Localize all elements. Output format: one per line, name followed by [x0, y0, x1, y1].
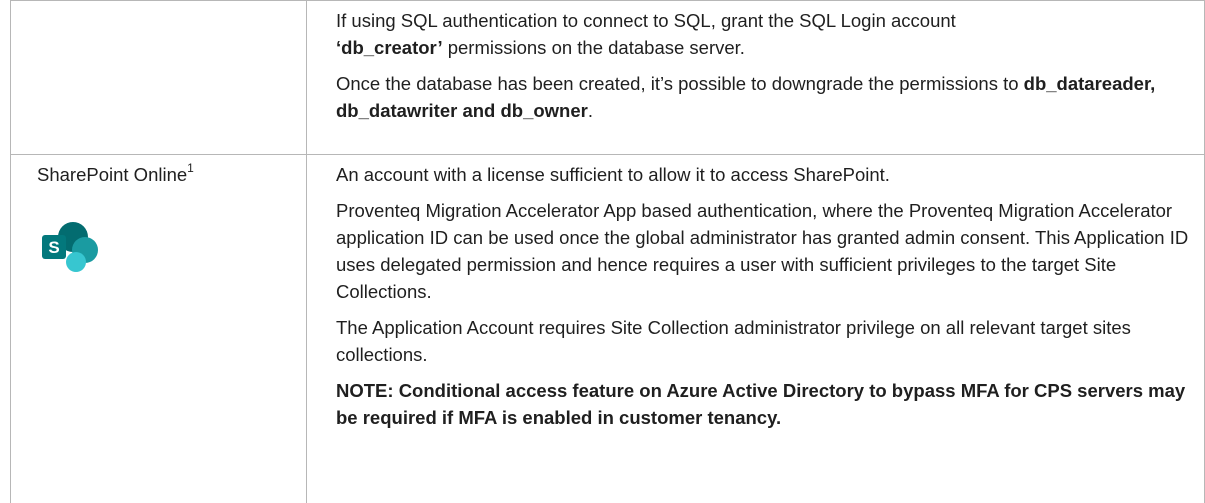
license-paragraph: An account with a license sufficient to … [336, 164, 890, 185]
table-cell-sharepoint-requirements: An account with a license sufficient to … [307, 154, 1205, 503]
footnote-marker: 1 [187, 160, 194, 175]
app-auth-paragraph: Proventeq Migration Accelerator App base… [336, 200, 1189, 302]
downgrade-paragraph: Once the database has been created, it’s… [336, 70, 1190, 124]
sharepoint-online-label: SharePoint Online1 [37, 161, 194, 188]
logo-circle-bottom [66, 252, 86, 272]
table-row-sql: If using SQL authentication to connect t… [10, 0, 1205, 155]
table-cell-sharepoint-label: SharePoint Online1 S [10, 154, 307, 503]
sql-login-tail: permissions on the database server. [442, 37, 745, 58]
permissions-table: If using SQL authentication to connect t… [10, 0, 1205, 503]
note-bold-text: NOTE: Conditional access feature on Azur… [336, 380, 1186, 428]
table-cell-sql-requirements: If using SQL authentication to connect t… [307, 1, 1205, 154]
downgrade-tail: . [587, 100, 593, 121]
logo-letter: S [48, 238, 59, 257]
table-cell-left-empty [10, 1, 307, 154]
site-collection-admin-paragraph: The Application Account requires Site Co… [336, 317, 1131, 365]
sharepoint-logo-icon: S [42, 222, 98, 272]
note-paragraph: NOTE: Conditional access feature on Azur… [336, 377, 1190, 431]
sharepoint-online-text: SharePoint Online [37, 164, 188, 185]
sql-login-text: If using SQL authentication to connect t… [336, 10, 956, 31]
downgrade-text: Once the database has been created, it’s… [336, 73, 1024, 94]
db-creator-bold: ‘db_creator’ [336, 37, 443, 58]
table-row-sharepoint: SharePoint Online1 S An account with a l… [10, 154, 1205, 503]
sql-login-paragraph: If using SQL authentication to connect t… [336, 7, 1190, 61]
